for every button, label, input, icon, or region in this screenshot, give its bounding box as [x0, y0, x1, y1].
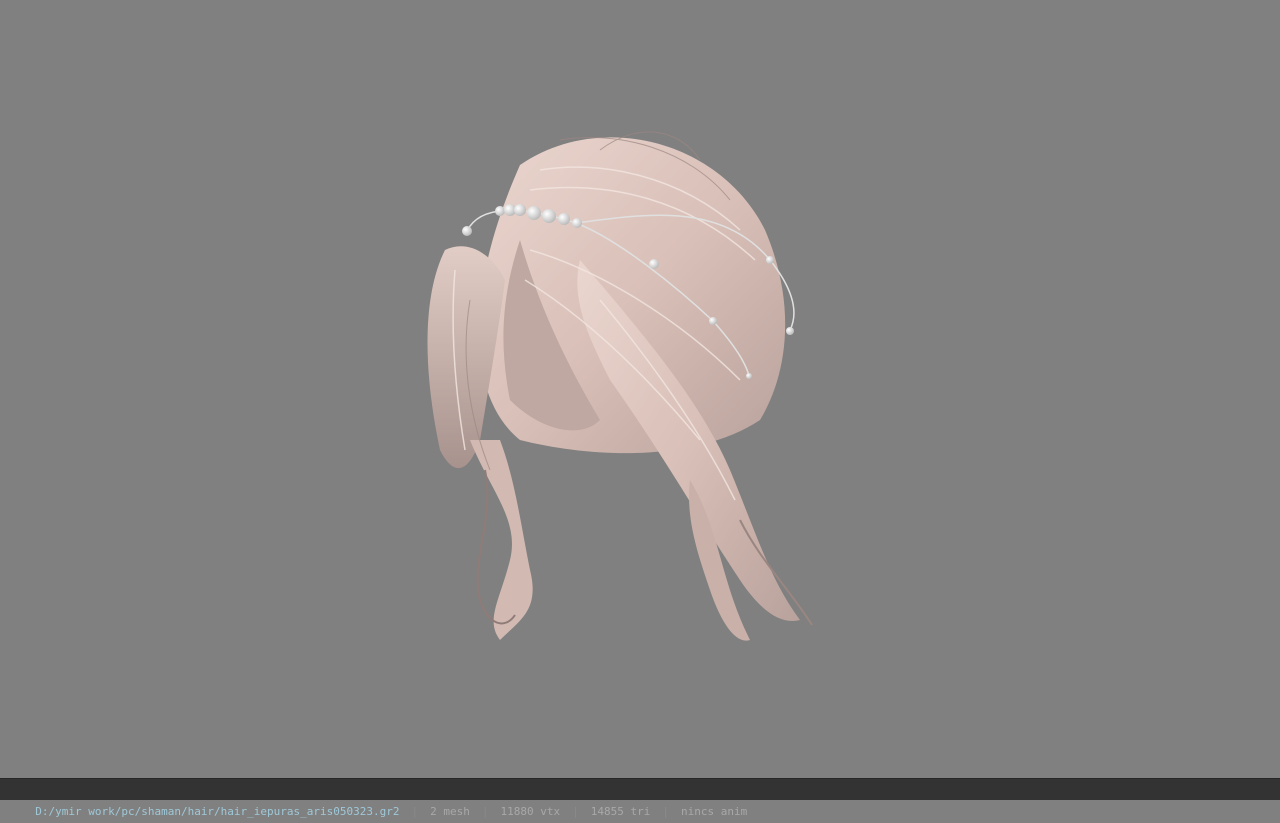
- mesh-count: 2 mesh: [430, 805, 470, 818]
- separator: |: [481, 805, 489, 818]
- separator: |: [572, 805, 579, 818]
- anim-status: nincs anim: [680, 805, 748, 818]
- file-path: D:/ymir work/pc/shaman/hair/hair_iepuras…: [35, 805, 400, 818]
- status-bar: D:/ymir work/pc/shaman/hair/hair_iepuras…: [0, 778, 1280, 818]
- vertex-count: 11880 vtx: [500, 805, 561, 818]
- hair-model-render: [427, 131, 813, 641]
- triangle-count: 14855 tri: [590, 805, 651, 818]
- separator: |: [662, 805, 669, 818]
- separator: |: [411, 805, 419, 818]
- 3d-viewport[interactable]: [0, 0, 1280, 778]
